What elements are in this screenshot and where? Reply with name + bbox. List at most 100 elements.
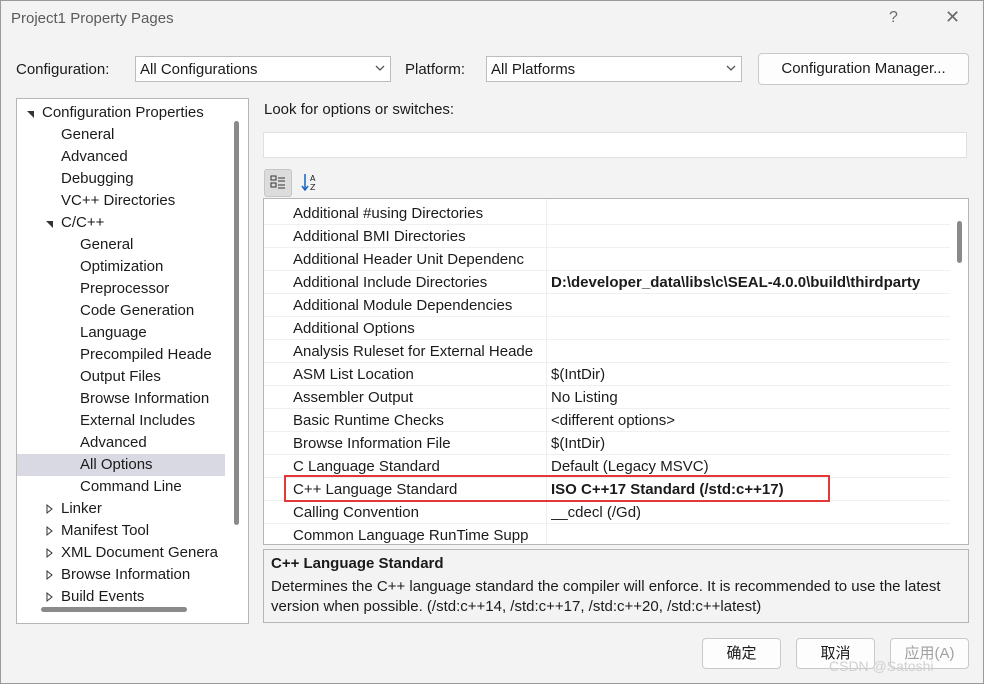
property-row[interactable]: Assembler Output No Listing [264,386,950,409]
property-name: Additional BMI Directories [293,228,466,245]
svg-text:Z: Z [310,183,316,192]
configuration-value: All Configurations [140,61,258,78]
property-row[interactable]: Additional Options [264,317,950,340]
property-name: Additional Header Unit Dependenc [293,251,524,268]
property-name: Browse Information File [293,435,451,452]
ok-button[interactable]: 确定 [702,638,781,669]
tree-item[interactable]: Advanced [17,432,225,454]
tree-item-label: Debugging [61,170,134,187]
tree-item-label: Output Files [80,368,161,385]
tree-item[interactable]: Advanced [17,146,225,168]
tree-item[interactable]: General [17,124,225,146]
property-row[interactable]: Additional Module Dependencies [264,294,950,317]
chevron-down-icon [375,65,385,71]
tree-item[interactable]: Optimization [17,256,225,278]
chevron-down-icon [726,65,736,71]
tree-item[interactable]: Configuration Properties [17,102,225,124]
tree-item-label: All Options [80,456,153,473]
tree-item-label: Advanced [61,148,128,165]
tree-item-label: External Includes [80,412,196,429]
property-row[interactable]: Additional Header Unit Dependenc [264,248,950,271]
tree-horizontal-scrollbar[interactable] [41,607,187,612]
tree-item[interactable]: Precompiled Heade [17,344,225,366]
tree-item-label: Command Line [80,478,182,495]
tree-item-label: C/C++ [61,214,105,231]
property-value[interactable]: No Listing [551,386,949,409]
tree-vertical-scrollbar[interactable] [234,121,239,525]
tree-item-label: VC++ Directories [61,192,176,209]
property-row[interactable]: ASM List Location $(IntDir) [264,363,950,386]
search-input[interactable] [263,132,967,158]
platform-value: All Platforms [491,61,576,78]
tree-item[interactable]: Code Generation [17,300,225,322]
tree-item[interactable]: XML Document Genera [17,542,225,564]
tree-item-label: Browse Information [80,390,210,407]
property-row[interactable]: Basic Runtime Checks <different options> [264,409,950,432]
grid-vertical-scrollbar[interactable] [957,221,962,263]
property-row[interactable]: Additional Include Directories D:\develop… [264,271,950,294]
property-row[interactable]: Common Language RunTime Supp [264,524,950,544]
collapsed-triangle-icon[interactable] [45,525,55,537]
property-row[interactable]: Additional BMI Directories [264,225,950,248]
collapsed-triangle-icon[interactable] [45,569,55,581]
tree-item[interactable]: External Includes [17,410,225,432]
property-name: Additional Options [293,320,415,337]
close-button[interactable]: ✕ [945,7,960,28]
collapsed-triangle-icon[interactable] [45,503,55,515]
configuration-dropdown[interactable]: All Configurations [135,56,391,82]
tree-item[interactable]: Preprocessor [17,278,225,300]
tree-item[interactable]: Browse Information [17,564,225,586]
search-label: Look for options or switches: [264,101,455,118]
property-value[interactable]: $(IntDir) [551,363,949,386]
tree-item[interactable]: Build Events [17,586,225,608]
property-name: Assembler Output [293,389,414,406]
property-row[interactable]: Browse Information File $(IntDir) [264,432,950,455]
tree-item-label: General [61,126,115,143]
tree-item-label: Build Events [61,588,145,605]
tree-item[interactable]: All Options [17,454,225,476]
expanded-triangle-icon[interactable] [26,107,36,119]
tree-item[interactable]: Browse Information [17,388,225,410]
tree-item[interactable]: C/C++ [17,212,225,234]
property-value[interactable]: $(IntDir) [551,432,949,455]
property-name: Additional Module Dependencies [293,297,513,314]
property-tree: Build Events Browse Information XML Docume… [16,98,249,624]
tree-item-label: Manifest Tool [61,522,150,539]
tree-item[interactable]: Output Files [17,366,225,388]
tree-item[interactable]: VC++ Directories [17,190,225,212]
property-row[interactable]: Analysis Ruleset for External Heade [264,340,950,363]
property-row[interactable]: Calling Convention __cdecl (/Gd) [264,501,950,524]
categorized-view-button[interactable] [264,169,292,197]
collapsed-triangle-icon[interactable] [45,591,55,603]
description-panel: C++ Language Standard Determines the C++… [263,549,969,623]
tree-item-label: Code Generation [80,302,195,319]
alphabetical-view-button[interactable]: A Z [297,169,325,197]
tree-item[interactable]: Debugging [17,168,225,190]
tree-item-label: Optimization [80,258,164,275]
property-value[interactable]: D:\developer_data\libs\c\SEAL-4.0.0\buil… [551,271,949,294]
property-name: ASM List Location [293,366,414,383]
tree-item[interactable]: Language [17,322,225,344]
tree-item[interactable]: Manifest Tool [17,520,225,542]
platform-dropdown[interactable]: All Platforms [486,56,742,82]
property-row[interactable]: Additional #using Directories [264,202,950,225]
window-title: Project1 Property Pages [11,10,174,27]
tree-item-label: Browse Information [61,566,191,583]
property-name: Additional Include Directories [293,274,488,291]
property-value[interactable]: __cdecl (/Gd) [551,501,949,524]
description-text: Determines the C++ language standard the… [271,578,941,615]
property-name: Common Language RunTime Supp [293,527,529,544]
tree-item[interactable]: General [17,234,225,256]
tree-item[interactable]: Linker [17,498,225,520]
configuration-manager-button[interactable]: Configuration Manager... [758,53,969,85]
description-title: C++ Language Standard [271,555,444,572]
expanded-triangle-icon[interactable] [45,217,55,229]
property-value[interactable]: <different options> [551,409,949,432]
collapsed-triangle-icon[interactable] [45,547,55,559]
tree-item-label: Preprocessor [80,280,170,297]
tree-item[interactable]: Command Line [17,476,225,498]
tree-item-label: Precompiled Heade [80,346,212,363]
tree-item-label: Advanced [80,434,147,451]
tree-item-label: Configuration Properties [42,104,204,121]
help-button[interactable]: ? [889,9,898,27]
